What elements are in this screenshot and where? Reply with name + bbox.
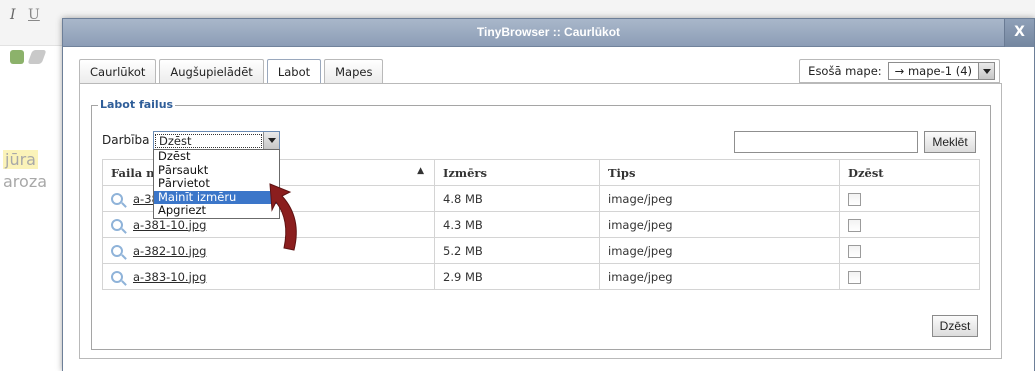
- edit-panel: Labot failus Darbība Dzēst Meklēt Faila …: [79, 83, 1002, 359]
- edit-files-fieldset: Labot failus Darbība Dzēst Meklēt Faila …: [91, 98, 991, 350]
- size-cell: 4.8 MB: [434, 185, 600, 212]
- edit-icon[interactable]: [27, 50, 47, 64]
- type-cell: image/jpeg: [599, 185, 840, 212]
- underline-button[interactable]: U: [28, 7, 40, 23]
- dropdown-option[interactable]: Pārvietot: [154, 177, 279, 191]
- folder-label: Esošā mape:: [808, 64, 882, 78]
- magnifier-icon[interactable]: [111, 245, 123, 257]
- column-header-delete[interactable]: Dzēst: [839, 159, 980, 186]
- file-link[interactable]: a-382-10.jpg: [133, 244, 206, 258]
- dropdown-option[interactable]: Dzēst: [154, 150, 279, 164]
- editor-text: jūra: [3, 150, 38, 169]
- delete-checkbox[interactable]: [848, 192, 861, 206]
- dialog-title: TinyBrowser :: Caurlūkot: [476, 25, 621, 39]
- editor-text: aroza: [3, 172, 48, 191]
- dropdown-option-selected[interactable]: Mainīt izmēru: [154, 190, 279, 205]
- sort-asc-icon[interactable]: ▲: [417, 166, 424, 176]
- delete-checkbox[interactable]: [848, 244, 861, 258]
- column-header-type[interactable]: Tips: [599, 159, 840, 186]
- size-cell: 2.9 MB: [434, 263, 600, 290]
- search-input[interactable]: [734, 131, 918, 153]
- dropdown-option[interactable]: Apgriezt: [154, 204, 279, 218]
- folder-selector: Esošā mape: → mape-1 (4): [799, 59, 1000, 83]
- dialog-body: Caurlūkot Augšupielādēt Labot Mapes Esoš…: [63, 47, 1034, 371]
- action-label: Darbība: [102, 133, 150, 147]
- file-link[interactable]: a-383-10.jpg: [133, 270, 206, 284]
- column-header-size[interactable]: Izmērs: [434, 159, 600, 186]
- folder-select[interactable]: → mape-1 (4): [887, 62, 995, 80]
- dialog-titlebar[interactable]: TinyBrowser :: Caurlūkot X: [63, 19, 1034, 47]
- italic-button[interactable]: I: [10, 7, 16, 23]
- delete-button[interactable]: Dzēst: [932, 315, 978, 337]
- tab-upload[interactable]: Augšupielādēt: [159, 59, 264, 83]
- tab-edit[interactable]: Labot: [266, 59, 322, 84]
- type-cell: image/jpeg: [599, 263, 840, 290]
- file-link[interactable]: a-381-10.jpg: [133, 218, 206, 232]
- folder-select-value: → mape-1 (4): [894, 64, 972, 78]
- delete-cell: [839, 237, 980, 264]
- close-button[interactable]: X: [1004, 19, 1034, 47]
- magnifier-icon[interactable]: [111, 271, 123, 283]
- table-row: a-382-10.jpg 5.2 MB image/jpeg: [102, 237, 980, 264]
- magnifier-icon[interactable]: [111, 193, 123, 205]
- delete-checkbox[interactable]: [848, 218, 861, 232]
- image-icon[interactable]: [10, 50, 24, 64]
- delete-cell: [839, 185, 980, 212]
- size-cell: 5.2 MB: [434, 237, 600, 264]
- action-select-value: Dzēst: [155, 133, 262, 148]
- search-button[interactable]: Meklēt: [924, 131, 976, 153]
- delete-cell: [839, 211, 980, 238]
- fieldset-legend: Labot failus: [98, 98, 176, 111]
- delete-checkbox[interactable]: [848, 270, 861, 284]
- type-cell: image/jpeg: [599, 211, 840, 238]
- tab-browse[interactable]: Caurlūkot: [79, 59, 157, 83]
- chevron-down-icon[interactable]: [263, 132, 279, 149]
- tab-bar: Caurlūkot Augšupielādēt Labot Mapes: [79, 59, 386, 84]
- magnifier-icon[interactable]: [111, 219, 123, 231]
- size-cell: 4.3 MB: [434, 211, 600, 238]
- table-row: a-383-10.jpg 2.9 MB image/jpeg: [102, 263, 980, 290]
- action-dropdown-list: Dzēst Pārsaukt Pārvietot Mainīt izmēru A…: [153, 149, 280, 219]
- chevron-down-icon[interactable]: [978, 63, 994, 79]
- action-select[interactable]: Dzēst: [153, 131, 280, 150]
- tinybrowser-dialog: TinyBrowser :: Caurlūkot X Caurlūkot Aug…: [62, 18, 1035, 371]
- type-cell: image/jpeg: [599, 237, 840, 264]
- tab-folders[interactable]: Mapes: [324, 59, 384, 83]
- annotation-arrow-icon: [269, 183, 297, 251]
- dropdown-option[interactable]: Pārsaukt: [154, 163, 279, 178]
- filename-cell: a-383-10.jpg: [102, 263, 435, 290]
- delete-cell: [839, 263, 980, 290]
